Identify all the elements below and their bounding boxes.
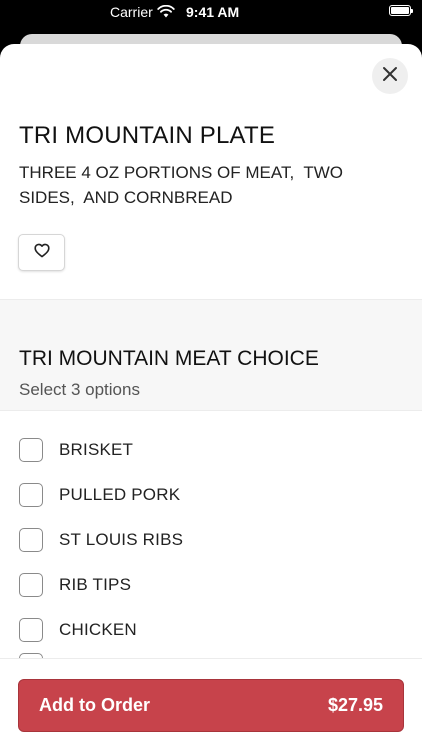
option-brisket[interactable]: BRISKET xyxy=(0,427,422,472)
checkbox[interactable] xyxy=(19,527,43,552)
close-icon xyxy=(382,66,398,87)
checkbox[interactable] xyxy=(19,617,43,642)
carrier-label: Carrier xyxy=(110,4,153,20)
favorite-button[interactable] xyxy=(18,234,65,271)
option-list: BRISKET PULLED PORK ST LOUIS RIBS RIB TI… xyxy=(0,427,422,652)
order-price: $27.95 xyxy=(327,695,383,715)
add-to-order-button[interactable]: Add to Order $27.95 xyxy=(18,679,404,732)
status-bar: Carrier 9:41 AM xyxy=(0,0,422,26)
wifi-icon xyxy=(157,4,175,21)
item-title: TRI MOUNTAIN PLATE xyxy=(19,122,276,149)
battery-icon xyxy=(389,5,413,16)
checkbox[interactable] xyxy=(19,482,43,507)
option-label: BRISKET xyxy=(59,439,134,459)
option-label: ST LOUIS RIBS xyxy=(59,529,184,549)
option-rib-tips[interactable]: RIB TIPS xyxy=(0,562,422,607)
modifier-group-header: TRI MOUNTAIN MEAT CHOICE Select 3 option… xyxy=(0,299,422,411)
modifier-group-title: TRI MOUNTAIN MEAT CHOICE xyxy=(19,347,319,370)
option-chicken[interactable]: CHICKEN xyxy=(0,607,422,652)
checkbox[interactable] xyxy=(19,437,43,462)
order-footer: Add to Order $27.95 xyxy=(0,658,422,750)
checkbox[interactable] xyxy=(19,572,43,597)
item-description: THREE 4 OZ PORTIONS OF MEAT, TWO SIDES, … xyxy=(19,163,348,207)
option-label: PULLED PORK xyxy=(59,484,181,504)
option-st-louis-ribs[interactable]: ST LOUIS RIBS xyxy=(0,517,422,562)
option-pulled-pork[interactable]: PULLED PORK xyxy=(0,472,422,517)
heart-icon xyxy=(33,243,50,263)
option-label: CHICKEN xyxy=(59,619,137,639)
modifier-group-subtitle: Select 3 options xyxy=(19,380,140,399)
add-to-order-label: Add to Order xyxy=(39,695,150,715)
option-label: RIB TIPS xyxy=(59,574,132,594)
item-detail-sheet: TRI MOUNTAIN PLATE THREE 4 OZ PORTIONS O… xyxy=(0,44,422,750)
close-button[interactable] xyxy=(372,58,408,94)
clock: 9:41 AM xyxy=(186,4,240,20)
